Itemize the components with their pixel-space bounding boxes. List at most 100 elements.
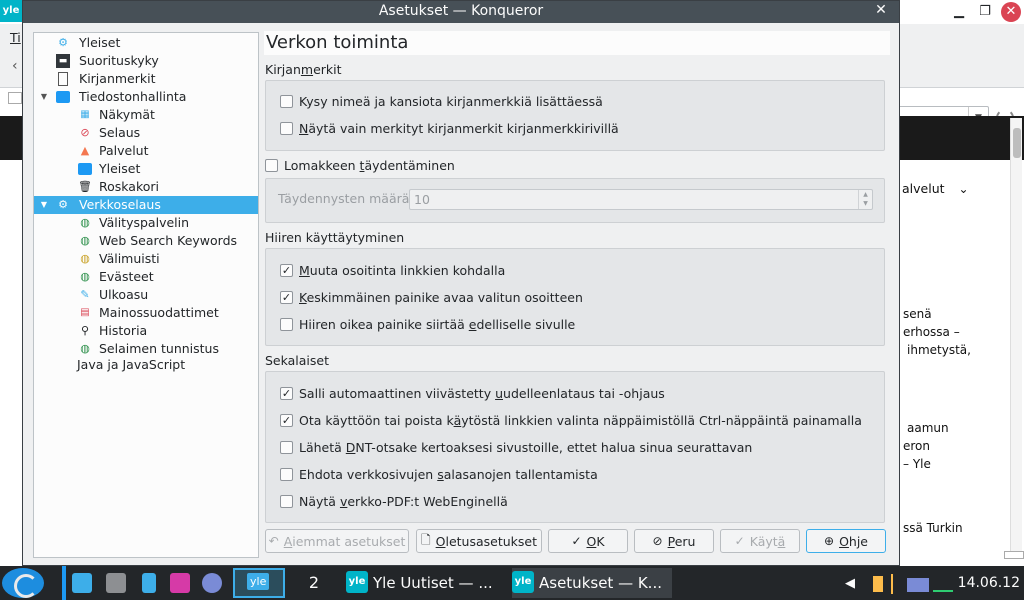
ask-bookmark-name-checkbox[interactable]: Kysy nimeä ja kansiota kirjanmerkkiä lis…	[280, 92, 603, 110]
storage-icon[interactable]	[142, 573, 156, 593]
maximize-icon[interactable]: ❐	[972, 0, 998, 24]
checkbox-box[interactable]	[280, 263, 293, 277]
settings-dialog: Asetukset — Konqueror ✕ ⚙ Yleiset ▬ Suorit…	[22, 0, 900, 566]
checkbox-box[interactable]	[280, 290, 293, 304]
auto-reload-checkbox[interactable]: Salli automaattinen viivästetty uudellee…	[280, 384, 665, 402]
pager-desktop-2[interactable]: 2	[292, 568, 336, 598]
adblock-icon: ▤	[80, 307, 90, 318]
network-monitor-icon[interactable]	[933, 576, 953, 592]
tree-item-general[interactable]: ⚙ Yleiset	[34, 34, 258, 52]
tree-item-performance[interactable]: ▬ Suorituskyky	[34, 52, 258, 70]
task-yle-uutiset[interactable]: yle Yle Uutiset — ...	[346, 568, 504, 598]
task-label: Asetukset — K...	[539, 574, 662, 592]
tree-item-web-search-keywords[interactable]: ◍ Web Search Keywords	[34, 232, 258, 250]
task-asetukset[interactable]: yle Asetukset — K...	[512, 568, 672, 598]
app-launcher-icon[interactable]	[2, 568, 44, 598]
minimize-icon[interactable]: ▁	[946, 0, 972, 24]
login-link[interactable]: irjaudu	[902, 247, 944, 261]
send-dnt-checkbox[interactable]: Lähetä DNT-otsake kertoaksesi sivustoill…	[280, 438, 752, 456]
scrollbar-thumb[interactable]	[1013, 128, 1021, 158]
tree-item-views[interactable]: ▦ Näkymät	[34, 106, 258, 124]
tree-item-label: Yleiset	[99, 161, 141, 176]
browser-icon[interactable]	[202, 573, 222, 593]
battery-icon[interactable]	[873, 576, 883, 592]
page-title: Verkon toiminta	[264, 31, 890, 55]
tree-item-appearance[interactable]: ✎ Ulkoasu	[34, 286, 258, 304]
close-icon[interactable]: ✕	[867, 1, 895, 21]
checkbox-box[interactable]	[280, 413, 293, 427]
apply-button[interactable]: ✓ Käytä	[720, 529, 800, 553]
page-scrollbar[interactable]	[1010, 118, 1022, 558]
middle-click-opens-url-checkbox[interactable]: Keskimmäinen painike avaa valitun osoitt…	[280, 288, 583, 306]
tree-item-cookies[interactable]: ◍ Evästeet	[34, 268, 258, 286]
right-click-back-checkbox[interactable]: Hiiren oikea painike siirtää edelliselle…	[280, 315, 575, 333]
memory-monitor-icon[interactable]	[907, 578, 929, 592]
tree-item-browsing[interactable]: ⊘ Selaus	[34, 124, 258, 142]
checkbox-label: Lähetä DNT-otsake kertoaksesi sivustoill…	[299, 439, 753, 455]
services-menu[interactable]: alvelut ⌄	[902, 181, 969, 196]
ctrl-link-selection-checkbox[interactable]: Ota käyttöön tai poista käytöstä linkkie…	[280, 411, 862, 429]
system-tray: ◀	[845, 574, 955, 594]
checkbox-box[interactable]	[280, 121, 293, 135]
tree-item-webbrowsing[interactable]: ▼ ⚙ Verkkoselaus	[34, 196, 258, 214]
checkbox-label: Näytä verkko-PDF:t WebEnginellä	[299, 493, 508, 509]
file-manager-icon[interactable]	[106, 573, 126, 593]
checkbox-box[interactable]	[280, 317, 293, 331]
completion-count-spinbox[interactable]: 10 ▲ ▼	[409, 189, 873, 210]
settings-tree[interactable]: ⚙ Yleiset ▬ Suorituskyky Kirjanmerkit ▼ Tie…	[33, 32, 259, 558]
ok-button[interactable]: ✓ OK	[548, 529, 628, 553]
checkbox-label: Ehdota verkkosivujen salasanojen tallent…	[299, 466, 598, 482]
article-line: senä	[903, 307, 932, 321]
tree-item-services[interactable]: ▲ Palvelut	[34, 142, 258, 160]
show-desktop-icon[interactable]	[72, 573, 92, 593]
services-label: alvelut	[902, 181, 945, 196]
tree-item-adblock[interactable]: ▤ Mainossuodattimet	[34, 304, 258, 322]
change-cursor-checkbox[interactable]: Muuta osoitinta linkkien kohdalla	[280, 261, 505, 279]
expand-arrow-icon[interactable]: ▼	[39, 88, 49, 106]
menu-first[interactable]: Ti	[10, 30, 21, 45]
tree-item-label: Historia	[99, 323, 148, 338]
folder-icon[interactable]	[170, 573, 190, 593]
cpu-monitor-icon[interactable]	[891, 574, 905, 594]
previous-settings-button[interactable]: ↶ Aiemmat asetukset	[265, 529, 409, 553]
checkbox-box[interactable]	[265, 158, 278, 172]
tree-item-filemanagement[interactable]: ▼ Tiedostonhallinta	[34, 88, 258, 106]
checkbox-box[interactable]	[280, 94, 293, 108]
checkbox-box[interactable]	[280, 386, 293, 400]
user-icon[interactable]	[947, 243, 969, 265]
checkbox-box[interactable]	[280, 440, 293, 454]
pager-window-icon: yle	[247, 573, 270, 590]
tree-item-history[interactable]: ⚲ Historia	[34, 322, 258, 340]
misc-group-title: Sekalaiset	[265, 353, 330, 368]
tree-item-cache[interactable]: ◍ Välimuisti	[34, 250, 258, 268]
article-line: – Yle	[903, 457, 931, 471]
yle-app-icon: yle	[0, 0, 22, 22]
close-icon[interactable]: ✕	[1001, 2, 1021, 22]
expand-arrow-icon[interactable]: ▼	[39, 196, 49, 214]
tree-item-trash[interactable]: 🗑 Roskakori	[34, 178, 258, 196]
suggest-save-passwords-checkbox[interactable]: Ehdota verkkosivujen salasanojen tallent…	[280, 465, 598, 483]
help-button[interactable]: ⊕ Ohje	[806, 529, 886, 553]
bookmark-icon	[58, 72, 68, 86]
back-icon[interactable]: ‹	[12, 58, 18, 74]
show-marked-bookmarks-checkbox[interactable]: Näytä vain merkityt kirjanmerkit kirjanm…	[280, 119, 619, 137]
tree-item-bookmarks[interactable]: Kirjanmerkit	[34, 70, 258, 88]
cancel-button[interactable]: ⊘ Peru	[634, 529, 714, 553]
pager-desktop-1[interactable]: yle	[233, 568, 285, 598]
tree-item-label: Verkkoselaus	[79, 197, 161, 212]
checkbox-label: Muuta osoitinta linkkien kohdalla	[299, 262, 506, 278]
tree-item-label: Tiedostonhallinta	[79, 89, 187, 104]
defaults-button[interactable]: 🗋 Oletusasetukset	[416, 529, 542, 553]
checkbox-box[interactable]	[280, 467, 293, 481]
tree-item-proxy[interactable]: ◍ Välityspalvelin	[34, 214, 258, 232]
volume-icon[interactable]: ◀	[845, 576, 855, 591]
form-completion-checkbox[interactable]: Lomakkeen täydentäminen	[265, 156, 455, 174]
tree-item-general-files[interactable]: Yleiset	[34, 160, 258, 178]
checkbox-box[interactable]	[280, 494, 293, 508]
tree-item-java-javascript[interactable]: Java ja JavaScript	[34, 356, 258, 374]
bookmarks-group-title: Kirjanmerkit	[265, 62, 342, 77]
clock[interactable]: 14.06.12	[958, 566, 1020, 600]
article-line: ssä Turkin	[903, 521, 963, 535]
webengine-pdf-checkbox[interactable]: Näytä verkko-PDF:t WebEnginellä	[280, 492, 508, 510]
spin-arrows-icon[interactable]: ▲ ▼	[858, 190, 872, 209]
